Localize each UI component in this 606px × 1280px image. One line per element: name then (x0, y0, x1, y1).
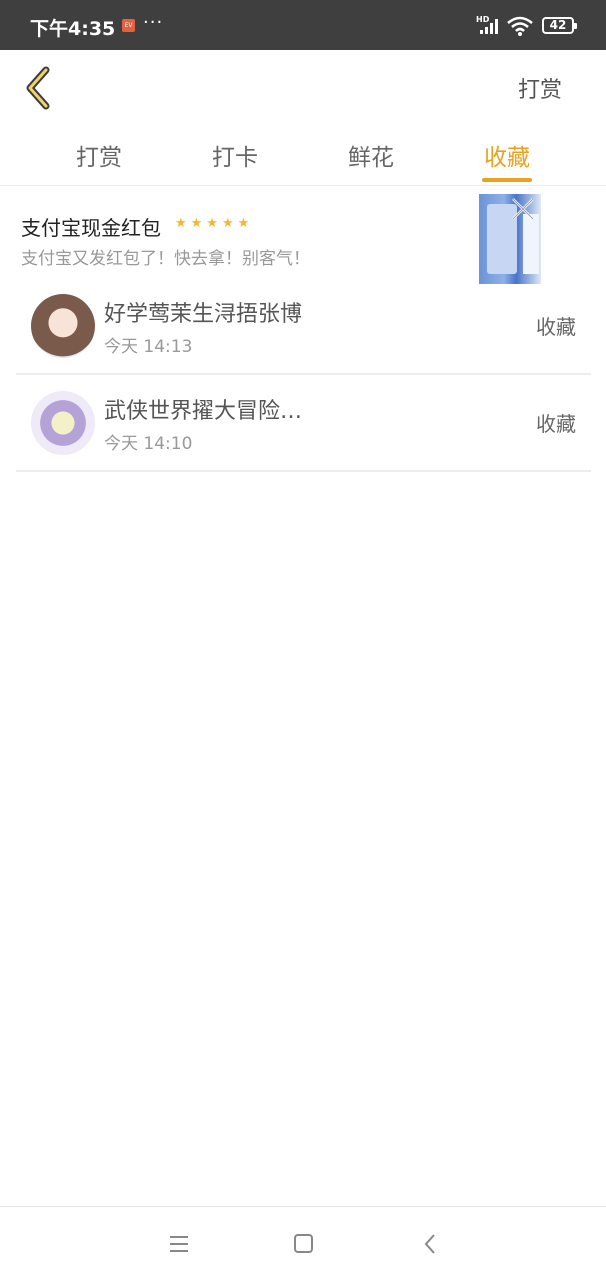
home-icon (294, 1234, 313, 1253)
tab-reward[interactable]: 打赏 (49, 138, 149, 172)
item-time: 今天 14:10 (104, 434, 193, 454)
item-name: 武侠世界擢大冒险… (104, 399, 303, 424)
back-icon (424, 1234, 435, 1254)
avatar (31, 294, 95, 358)
more-notifications-icon: ··· (143, 12, 164, 33)
ad-subtitle: 支付宝又发红包了！快去拿！别客气！ (21, 249, 310, 269)
menu-icon (170, 1236, 188, 1252)
item-action-label: 收藏 (536, 412, 576, 436)
status-time: 下午4:35 (30, 18, 116, 40)
ad-rating-stars: ★★★★★ (175, 216, 254, 231)
tab-checkin[interactable]: 打卡 (185, 138, 285, 172)
system-nav-bar (0, 1206, 606, 1280)
avatar (31, 391, 95, 455)
item-time: 今天 14:13 (104, 337, 193, 357)
header-bar (0, 50, 606, 122)
item-name: 好学莺茉生浔捂张博 (104, 302, 303, 327)
active-tab-indicator (482, 178, 532, 182)
back-button[interactable] (22, 66, 58, 110)
list-item[interactable]: 好学莺茉生浔捂张博 今天 14:13 收藏 (16, 278, 591, 375)
wifi-icon (507, 16, 533, 36)
ad-close-button[interactable] (510, 196, 536, 222)
list-item[interactable]: 武侠世界擢大冒险… 今天 14:10 收藏 (16, 375, 591, 472)
item-action-label: 收藏 (536, 315, 576, 339)
system-back-button[interactable] (416, 1231, 446, 1257)
tab-flowers[interactable]: 鲜花 (321, 138, 421, 172)
tab-favorites[interactable]: 收藏 (457, 138, 557, 172)
favorites-list: 好学莺茉生浔捂张博 今天 14:13 收藏 武侠世界擢大冒险… 今天 14:10… (16, 278, 591, 472)
ad-title: 支付宝现金红包 (21, 216, 161, 240)
home-button[interactable] (288, 1231, 318, 1257)
status-bar: 下午4:35 EV ··· HD 42 (0, 0, 606, 50)
signal-icon (480, 19, 498, 34)
close-icon (512, 198, 534, 220)
menu-button[interactable] (164, 1231, 194, 1257)
battery-indicator: 42 (542, 17, 577, 34)
tab-bar: 打赏 打卡 鲜花 收藏 (0, 128, 606, 186)
chevron-left-icon (26, 66, 50, 110)
ad-banner[interactable]: 支付宝现金红包 ★★★★★ 支付宝又发红包了！快去拿！别客气！ (0, 194, 606, 284)
app-notification-icon: EV (122, 19, 135, 32)
reward-button[interactable]: 打赏 (518, 72, 562, 104)
